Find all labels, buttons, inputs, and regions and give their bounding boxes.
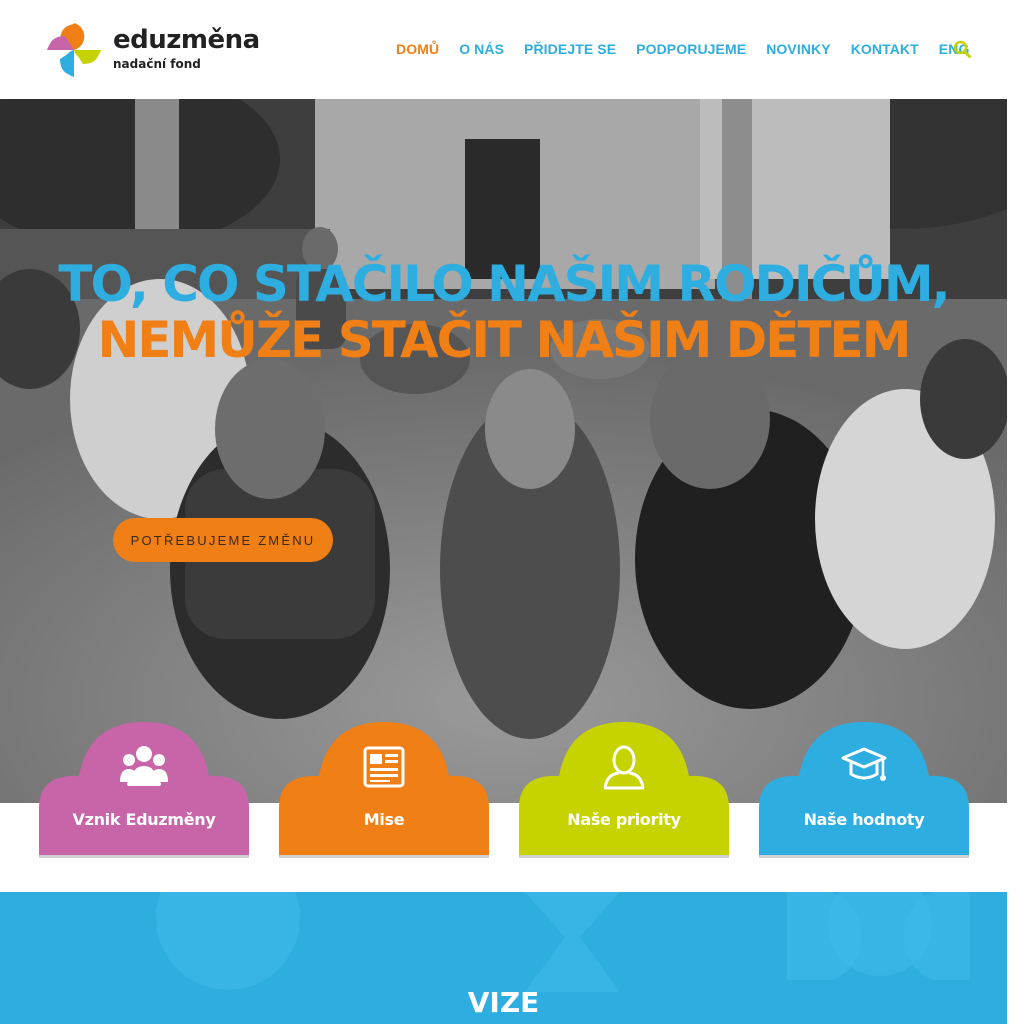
card-vznik-eduzmeny[interactable]: Vznik Eduzměny	[39, 722, 249, 858]
nav-item-kontakt[interactable]: KONTAKT	[851, 41, 919, 57]
search-icon[interactable]	[953, 40, 971, 58]
logo[interactable]: eduzměna nadační fond	[45, 21, 265, 79]
vize-title: VIZE	[467, 986, 540, 1019]
card-label: Naše priority	[567, 810, 681, 829]
card-shape	[519, 722, 729, 858]
nav-item-pridejte-se[interactable]: PŘIDEJTE SE	[524, 41, 616, 57]
main-nav: DOMŮ O NÁS PŘIDEJTE SE PODPORUJEME NOVIN…	[396, 41, 969, 57]
card-nase-priority[interactable]: Naše priority	[519, 722, 729, 858]
hero-photo	[0, 99, 1007, 803]
card-shape	[279, 722, 489, 858]
nav-item-domu[interactable]: DOMŮ	[396, 41, 439, 57]
brand-subtitle: nadační fond	[113, 57, 201, 71]
hero-headline-line2: NEMŮŽE STAČIT NAŠIM DĚTEM	[97, 311, 912, 369]
card-label: Vznik Eduzměny	[72, 810, 216, 829]
brand-name: eduzměna	[113, 25, 260, 55]
nav-item-novinky[interactable]: NOVINKY	[766, 41, 831, 57]
card-mise[interactable]: Mise	[279, 722, 489, 858]
card-label: Mise	[363, 810, 405, 829]
nav-item-podporujeme[interactable]: PODPORUJEME	[636, 41, 746, 57]
people-icon	[120, 746, 168, 786]
card-shape	[39, 722, 249, 858]
cta-button[interactable]: POTŘEBUJEME ZMĚNU	[113, 518, 333, 562]
pinwheel-logo-icon	[47, 23, 101, 77]
card-label: Naše hodnoty	[803, 810, 925, 829]
hero-section: TO, CO STAČILO NAŠIM RODIČŮM, NEMŮŽE STA…	[0, 99, 1007, 803]
card-shape	[759, 722, 969, 858]
hero-headline-line1: TO, CO STAČILO NAŠIM RODIČŮM,	[58, 255, 950, 313]
graduation-cap-icon	[841, 747, 887, 781]
card-nase-hodnoty[interactable]: Naše hodnoty	[759, 722, 969, 858]
document-icon	[363, 746, 405, 788]
person-icon	[603, 745, 645, 790]
nav-item-o-nas[interactable]: O NÁS	[459, 41, 504, 57]
vize-section: VIZE	[0, 892, 1007, 1024]
site-header: eduzměna nadační fond DOMŮ O NÁS PŘIDEJT…	[0, 0, 1007, 99]
